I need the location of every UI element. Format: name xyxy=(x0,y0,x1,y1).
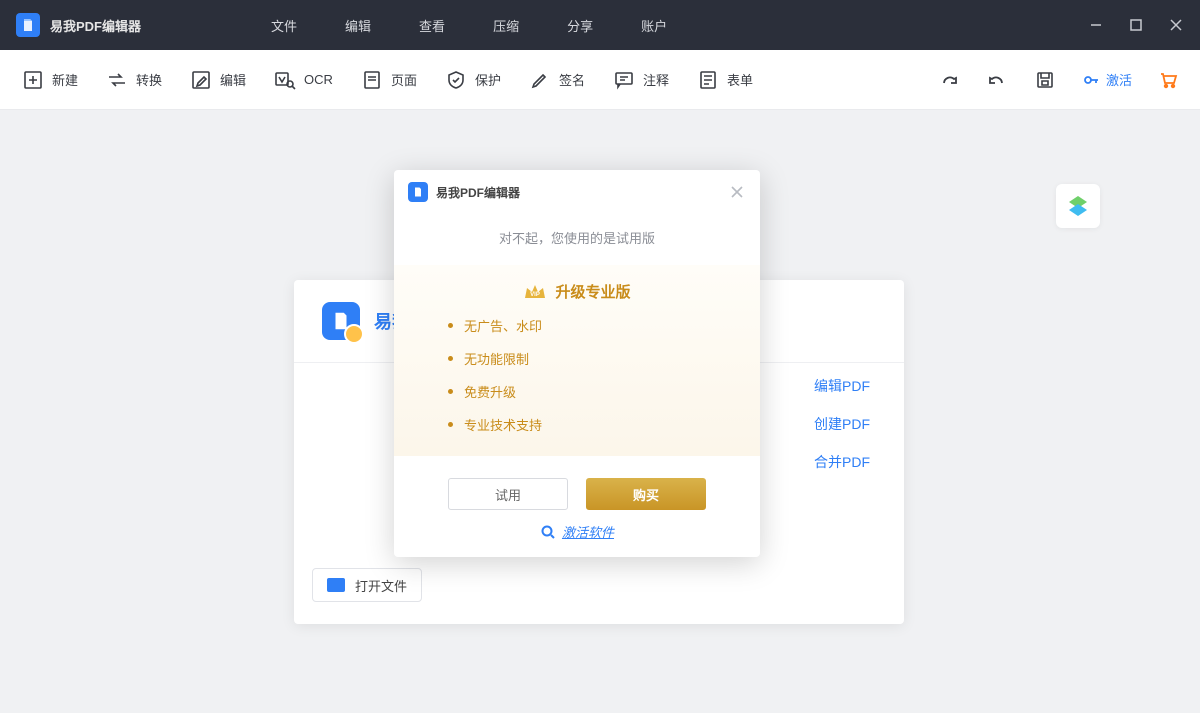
open-file-button[interactable]: 打开文件 xyxy=(312,568,422,602)
open-file-label: 打开文件 xyxy=(355,576,407,595)
tool-protect[interactable]: 保护 xyxy=(445,69,501,91)
tool-convert[interactable]: 转换 xyxy=(106,69,162,91)
folder-icon xyxy=(327,578,345,592)
cart-button[interactable] xyxy=(1158,70,1178,90)
svg-text:VIP: VIP xyxy=(531,292,541,298)
benefit-item: 专业技术支持 xyxy=(464,415,720,434)
modal-close-button[interactable] xyxy=(728,183,746,201)
upgrade-title: 升级专业版 xyxy=(555,281,630,302)
save-button[interactable] xyxy=(1034,69,1056,91)
link-merge-pdf[interactable]: 合并PDF xyxy=(814,452,870,472)
tool-ocr-label: OCR xyxy=(304,72,333,87)
tool-edit[interactable]: 编辑 xyxy=(190,69,246,91)
tool-protect-label: 保护 xyxy=(475,70,501,89)
tool-ocr[interactable]: OCR xyxy=(274,69,333,91)
trial-message: 对不起，您使用的是试用版 xyxy=(394,228,760,247)
link-create-pdf[interactable]: 创建PDF xyxy=(814,414,870,434)
activate-button[interactable]: 激活 xyxy=(1082,70,1132,89)
tool-new[interactable]: 新建 xyxy=(22,69,78,91)
side-widget[interactable] xyxy=(1056,184,1100,228)
pen-icon xyxy=(529,69,551,91)
tool-new-label: 新建 xyxy=(52,70,78,89)
upgrade-panel: VIP 升级专业版 无广告、水印 无功能限制 免费升级 专业技术支持 xyxy=(394,265,760,456)
tool-edit-label: 编辑 xyxy=(220,70,246,89)
convert-icon xyxy=(106,69,128,91)
activate-label: 激活 xyxy=(1106,70,1132,89)
tool-form-label: 表单 xyxy=(727,70,753,89)
main-menu: 文件 编辑 查看 压缩 分享 账户 xyxy=(271,16,667,35)
benefit-item: 无功能限制 xyxy=(464,349,720,368)
activate-software-label: 激活软件 xyxy=(562,522,614,541)
plus-icon xyxy=(22,69,44,91)
tool-comment[interactable]: 注释 xyxy=(613,69,669,91)
menu-file[interactable]: 文件 xyxy=(271,16,297,35)
tool-page-label: 页面 xyxy=(391,70,417,89)
menu-compress[interactable]: 压缩 xyxy=(493,16,519,35)
comment-icon xyxy=(613,69,635,91)
minimize-button[interactable] xyxy=(1088,17,1104,33)
modal-title: 易我PDF编辑器 xyxy=(436,184,520,201)
tool-sign[interactable]: 签名 xyxy=(529,69,585,91)
trial-button[interactable]: 试用 xyxy=(448,478,568,510)
close-button[interactable] xyxy=(1168,17,1184,33)
app-title: 易我PDF编辑器 xyxy=(50,16,141,35)
form-icon xyxy=(697,69,719,91)
benefit-item: 免费升级 xyxy=(464,382,720,401)
tool-comment-label: 注释 xyxy=(643,70,669,89)
menu-account[interactable]: 账户 xyxy=(641,16,667,35)
undo-button[interactable] xyxy=(986,69,1008,91)
menu-edit[interactable]: 编辑 xyxy=(345,16,371,35)
maximize-button[interactable] xyxy=(1128,17,1144,33)
titlebar: 易我PDF编辑器 文件 编辑 查看 压缩 分享 账户 xyxy=(0,0,1200,50)
benefit-item: 无广告、水印 xyxy=(464,316,720,335)
tool-page[interactable]: 页面 xyxy=(361,69,417,91)
workspace: 易我 编辑PDF 创建PDF 合并PDF 打开文件 易我PDF编辑器 对不起，您… xyxy=(0,110,1200,713)
menu-view[interactable]: 查看 xyxy=(419,16,445,35)
link-edit-pdf[interactable]: 编辑PDF xyxy=(814,376,870,396)
brand-logo xyxy=(322,302,360,340)
app-logo xyxy=(16,13,40,37)
menu-share[interactable]: 分享 xyxy=(567,16,593,35)
crown-icon: VIP xyxy=(523,282,547,302)
tool-convert-label: 转换 xyxy=(136,70,162,89)
shield-icon xyxy=(445,69,467,91)
buy-button[interactable]: 购买 xyxy=(586,478,706,510)
trial-modal: 易我PDF编辑器 对不起，您使用的是试用版 VIP 升级专业版 无广告、水印 无… xyxy=(394,170,760,557)
tool-form[interactable]: 表单 xyxy=(697,69,753,91)
page-icon xyxy=(361,69,383,91)
tool-sign-label: 签名 xyxy=(559,70,585,89)
redo-button[interactable] xyxy=(938,69,960,91)
ocr-icon xyxy=(274,69,296,91)
edit-icon xyxy=(190,69,212,91)
key-icon xyxy=(1082,71,1100,89)
window-controls xyxy=(1088,17,1184,33)
toolbar: 新建 转换 编辑 OCR 页面 保护 签名 注释 表单 激活 xyxy=(0,50,1200,110)
activate-software-link[interactable]: 激活软件 xyxy=(394,522,760,557)
modal-logo xyxy=(408,182,428,202)
search-icon xyxy=(540,524,556,540)
